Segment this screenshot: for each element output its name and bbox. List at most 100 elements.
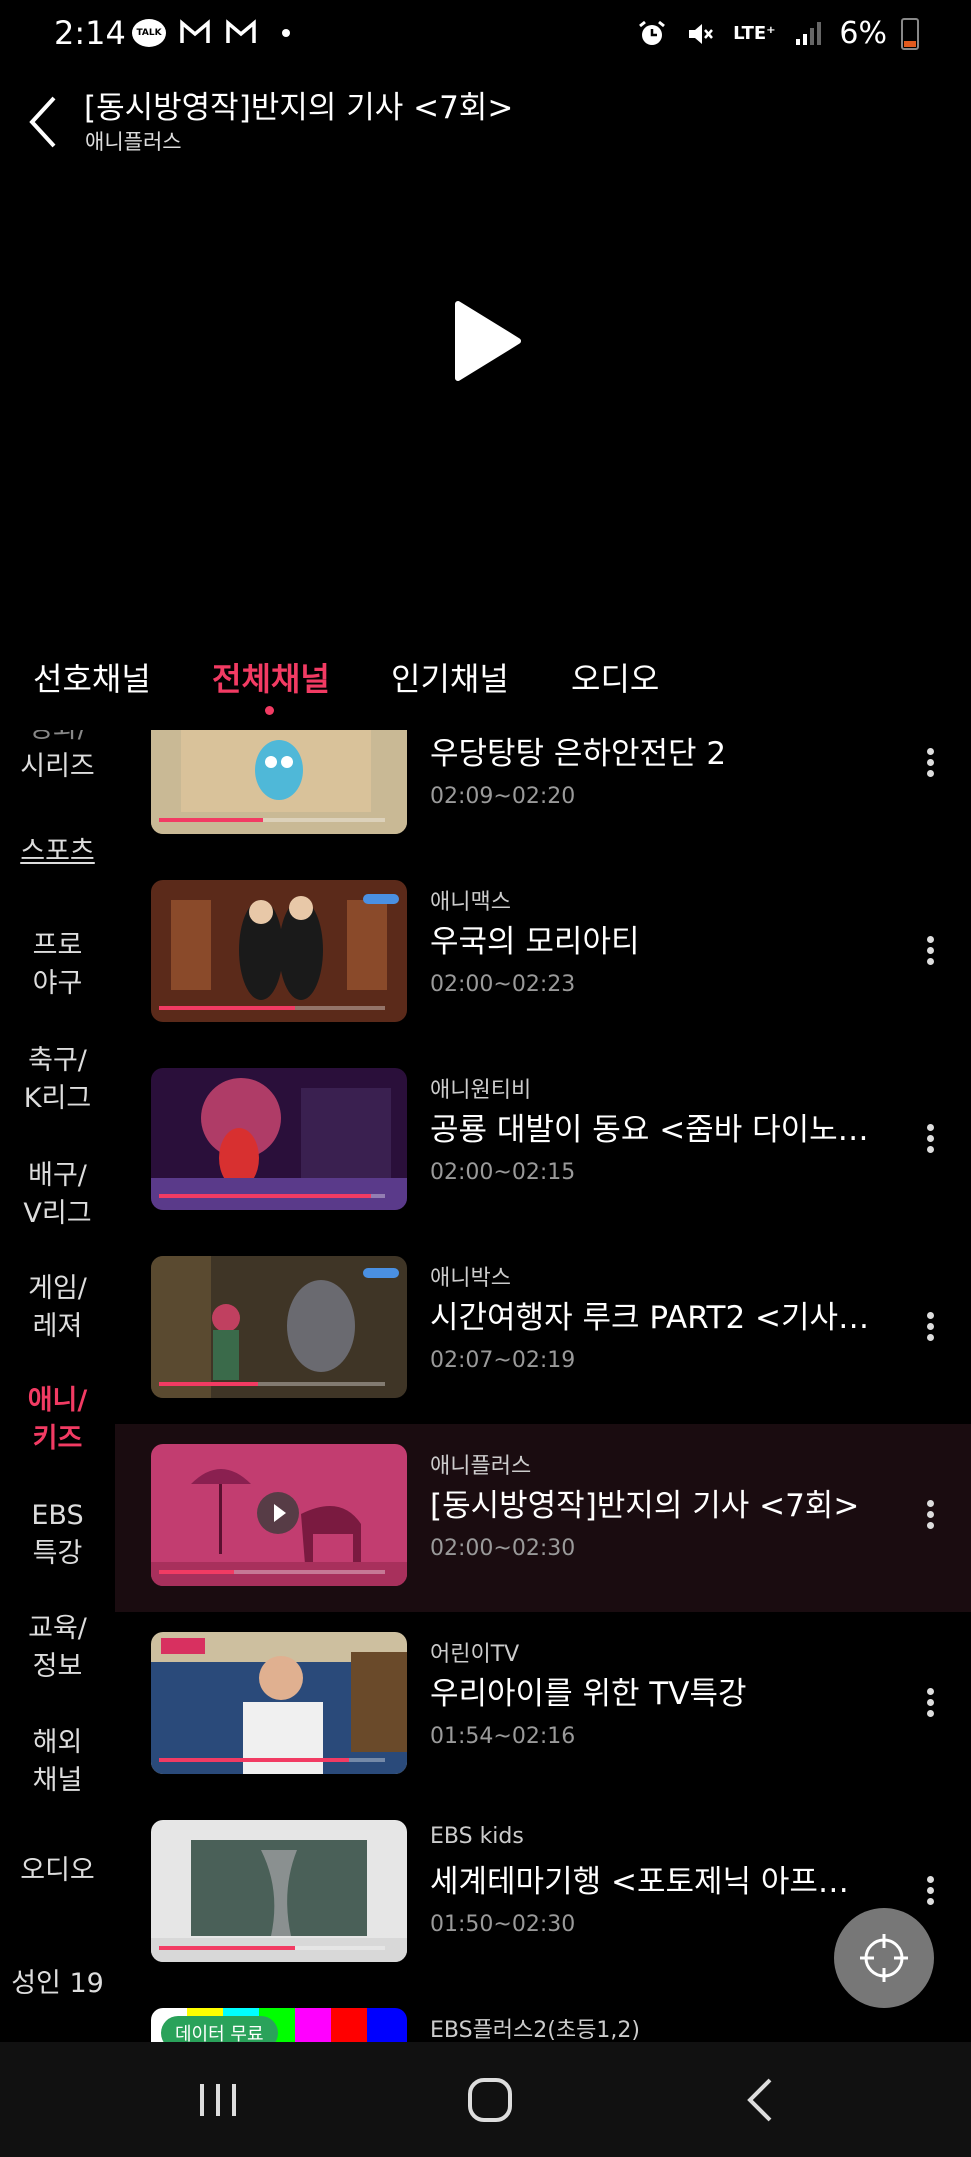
data-free-badge: 데이터 무료 xyxy=(161,2016,278,2042)
program-time: 02:09~02:20 xyxy=(430,784,576,809)
program-title: 우당탕탕 은하안전단 2 xyxy=(430,736,727,772)
channel-name: 어린이TV xyxy=(430,1642,520,1667)
program-progress xyxy=(159,1382,259,1386)
mute-icon xyxy=(683,19,717,49)
list-item[interactable]: 애니박스 시간여행자 루크 PART2 <기사… 02:07~02:19 xyxy=(115,1236,971,1424)
tab-audio[interactable]: 오디오 xyxy=(571,654,659,700)
program-title: 우리아이를 위한 TV특강 xyxy=(430,1676,747,1712)
program-title: 공룡 대발이 동요 <줌바 다이노/… xyxy=(430,1112,870,1148)
program-thumbnail: 데이터 무료 xyxy=(151,2008,407,2042)
program-time: 02:00~02:30 xyxy=(430,1536,576,1561)
sidebar-item-series[interactable]: 영화/ 시리즈 xyxy=(0,730,115,786)
home-icon xyxy=(468,2078,512,2122)
back-button[interactable] xyxy=(18,86,68,158)
sidebar-item-sports[interactable]: 스포츠 xyxy=(0,833,115,871)
more-options-button[interactable] xyxy=(915,1496,945,1540)
thumbnail-image xyxy=(151,1820,407,1962)
sidebar-item-game[interactable]: 게임/ 레져 xyxy=(0,1270,115,1346)
program-title: 세계테마기행 <포토제닉 아프… xyxy=(430,1864,849,1900)
program-time: 01:50~02:30 xyxy=(430,1912,576,1937)
sidebar-item-baseball[interactable]: 프로 야구 xyxy=(0,927,115,1003)
status-time: 2:14 xyxy=(54,14,126,52)
program-time: 02:07~02:19 xyxy=(430,1348,576,1373)
now-playing-indicator xyxy=(257,1492,299,1534)
list-item[interactable]: 애니플러스 [동시방영작]반지의 기사 <7회> 02:00~02:30 xyxy=(115,1424,971,1612)
sidebar-item-audio[interactable]: 오디오 xyxy=(0,1852,115,1890)
sidebar-item-volleyball[interactable]: 배구/ V리그 xyxy=(0,1157,115,1233)
play-button[interactable] xyxy=(452,300,522,382)
program-thumbnail xyxy=(151,730,407,834)
program-progress xyxy=(159,1946,295,1950)
program-thumbnail xyxy=(151,1444,407,1586)
channel-name: 애니플러스 xyxy=(85,130,182,154)
program-thumbnail xyxy=(151,1632,407,1774)
tab-all-channels[interactable]: 전체채널 xyxy=(212,654,330,700)
channel-name: 애니플러스 xyxy=(430,1454,532,1479)
program-thumbnail xyxy=(151,1820,407,1962)
thumbnail-image xyxy=(151,1068,407,1210)
battery-icon xyxy=(901,17,919,50)
program-title: 우국의 모리아티 xyxy=(430,924,640,960)
program-title: [동시방영작]반지의 기사 <7회> xyxy=(430,1488,860,1524)
sidebar-item-label-partial: 영화/ xyxy=(0,730,115,748)
tab-popular-channels[interactable]: 인기채널 xyxy=(391,654,509,700)
more-options-button[interactable] xyxy=(915,1120,945,1164)
more-options-button[interactable] xyxy=(915,1684,945,1728)
program-thumbnail xyxy=(151,1068,407,1210)
crosshair-icon xyxy=(860,1934,908,1982)
play-icon xyxy=(274,1504,286,1522)
program-title: [동시방영작]반지의 기사 <7회> xyxy=(84,90,514,126)
kakaotalk-icon: TALK xyxy=(132,19,166,47)
sidebar-item-soccer[interactable]: 축구/ K리그 xyxy=(0,1042,115,1118)
back-nav-button[interactable] xyxy=(732,2072,792,2128)
status-bar: 2:14 TALK LTE⁺ 6% xyxy=(0,0,971,70)
sidebar-item-ebs[interactable]: EBS 특강 xyxy=(0,1497,115,1573)
list-item[interactable]: 어린이TV 우리아이를 위한 TV특강 01:54~02:16 xyxy=(115,1612,971,1800)
gmail-icon xyxy=(178,18,212,48)
sidebar-item-adult[interactable]: 성인 19 xyxy=(0,1965,115,2003)
chevron-left-icon xyxy=(29,96,56,148)
sidebar-item-overseas[interactable]: 해외 채널 xyxy=(0,1724,115,1800)
video-player[interactable] xyxy=(0,165,971,690)
notification-icons: TALK xyxy=(132,18,290,48)
channel-name: 애니원티비 xyxy=(430,1078,532,1103)
thumbnail-image xyxy=(151,1632,407,1774)
recent-apps-icon xyxy=(200,2084,236,2116)
more-options-button[interactable] xyxy=(915,1308,945,1352)
more-options-button[interactable] xyxy=(915,744,945,788)
channel-name: EBS플러스2(초등1,2) xyxy=(430,2018,640,2042)
active-tab-indicator xyxy=(265,706,274,715)
list-item[interactable]: 애니맥스 우국의 모리아티 02:00~02:23 xyxy=(115,860,971,1048)
home-button[interactable] xyxy=(460,2072,520,2128)
system-navigation-bar xyxy=(0,2042,971,2157)
more-options-button[interactable] xyxy=(915,932,945,976)
program-time: 02:00~02:23 xyxy=(430,972,576,997)
thumbnail-image xyxy=(151,1256,407,1398)
alarm-icon xyxy=(635,19,669,49)
list-item[interactable]: 우당탕탕 은하안전단 2 02:09~02:20 xyxy=(115,730,971,860)
chevron-left-icon xyxy=(747,2078,772,2122)
category-sidebar: 영화/ 시리즈 스포츠 프로 야구 축구/ K리그 배구/ V리그 게임/ 레져… xyxy=(0,730,115,2042)
program-title: 시간여행자 루크 PART2 <기사… xyxy=(430,1300,870,1336)
system-icons: LTE⁺ 6% xyxy=(635,16,919,51)
program-time: 01:54~02:16 xyxy=(430,1724,576,1749)
program-thumbnail xyxy=(151,880,407,1022)
sidebar-item-label: 스포츠 xyxy=(20,836,95,867)
program-thumbnail xyxy=(151,1256,407,1398)
list-item[interactable]: 애니원티비 공룡 대발이 동요 <줌바 다이노/… 02:00~02:15 xyxy=(115,1048,971,1236)
floating-action-button[interactable] xyxy=(834,1908,934,2008)
program-progress xyxy=(159,1006,295,1010)
channel-name: 애니맥스 xyxy=(430,890,511,915)
sidebar-item-education[interactable]: 교육/ 정보 xyxy=(0,1610,115,1686)
channel-tabs: 선호채널 전체채널 인기채널 오디오 xyxy=(0,640,971,730)
program-progress xyxy=(159,1194,372,1198)
gmail-icon xyxy=(224,18,258,48)
tab-favorite-channels[interactable]: 선호채널 xyxy=(33,654,151,700)
recent-apps-button[interactable] xyxy=(188,2072,248,2128)
program-progress xyxy=(159,1570,234,1574)
sidebar-item-label: 시리즈 xyxy=(20,751,95,782)
battery-percent: 6% xyxy=(839,16,887,51)
program-time: 02:00~02:15 xyxy=(430,1160,576,1185)
program-progress xyxy=(159,1758,349,1762)
sidebar-item-anime-kids[interactable]: 애니/ 키즈 xyxy=(0,1382,115,1458)
